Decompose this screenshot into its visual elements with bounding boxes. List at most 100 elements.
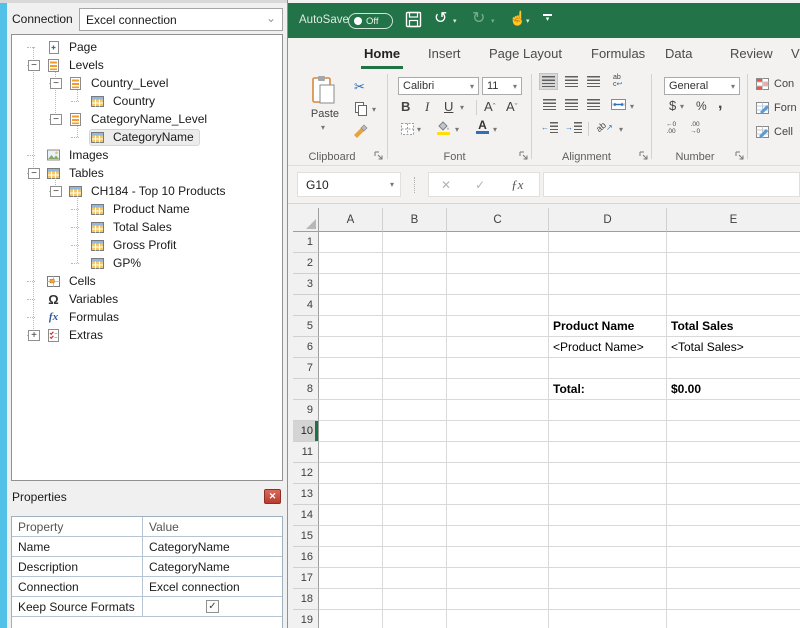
- tab-view[interactable]: View: [791, 38, 800, 70]
- cell-c4[interactable]: [447, 295, 549, 316]
- cell-a9[interactable]: [319, 400, 383, 421]
- cell-e1[interactable]: [667, 232, 800, 253]
- cell-c12[interactable]: [447, 463, 549, 484]
- row-header-7[interactable]: 7: [293, 358, 319, 379]
- cell-d16[interactable]: [549, 547, 667, 568]
- tab-formulas[interactable]: Formulas: [591, 38, 645, 70]
- cell-e11[interactable]: [667, 442, 800, 463]
- undo-button[interactable]: ↺: [434, 8, 447, 28]
- cell-c13[interactable]: [447, 484, 549, 505]
- cell-e10[interactable]: [667, 421, 800, 442]
- decrease-indent-button[interactable]: ←: [541, 122, 558, 133]
- column-header-a[interactable]: A: [319, 208, 383, 232]
- decrease-font-size-button[interactable]: Aˇ: [506, 99, 518, 114]
- cell-c2[interactable]: [447, 253, 549, 274]
- clipboard-dialog-launcher[interactable]: [374, 151, 384, 161]
- align-left-button[interactable]: [543, 99, 556, 110]
- font-dialog-launcher[interactable]: [519, 151, 529, 161]
- merge-center-button[interactable]: [611, 99, 626, 110]
- tree-expander-collapse-icon[interactable]: −: [50, 114, 62, 125]
- cell-d9[interactable]: [549, 400, 667, 421]
- cell-e8[interactable]: $0.00: [667, 379, 800, 400]
- cell-c8[interactable]: [447, 379, 549, 400]
- cell-a18[interactable]: [319, 589, 383, 610]
- tree-item-levels[interactable]: −Levels: [12, 56, 282, 74]
- cell-a4[interactable]: [319, 295, 383, 316]
- conditional-formatting-button[interactable]: Con: [755, 77, 794, 91]
- customize-quick-access-toolbar-button[interactable]: ▾: [543, 14, 552, 23]
- borders-dropdown-icon[interactable]: ▾: [417, 125, 421, 134]
- cell-e13[interactable]: [667, 484, 800, 505]
- touch-mode-button[interactable]: ☝: [509, 10, 526, 27]
- cell-e15[interactable]: [667, 526, 800, 547]
- column-header-e[interactable]: E: [667, 208, 800, 232]
- cell-b6[interactable]: [383, 337, 447, 358]
- property-value[interactable]: CategoryName: [143, 537, 282, 556]
- cell-b10[interactable]: [383, 421, 447, 442]
- row-header-19[interactable]: 19: [293, 610, 319, 628]
- underline-dropdown-icon[interactable]: ▾: [460, 103, 464, 112]
- select-all-corner[interactable]: [293, 208, 319, 232]
- cell-c5[interactable]: [447, 316, 549, 337]
- tree-item-formulas[interactable]: fxFormulas: [12, 308, 282, 326]
- row-header-11[interactable]: 11: [293, 442, 319, 463]
- increase-indent-button[interactable]: →: [565, 122, 582, 133]
- cell-c19[interactable]: [447, 610, 549, 628]
- increase-decimal-button[interactable]: ←0.00: [666, 122, 676, 135]
- cell-e12[interactable]: [667, 463, 800, 484]
- insert-function-icon[interactable]: ƒx: [511, 177, 523, 193]
- align-right-button[interactable]: [587, 99, 600, 110]
- connection-dropdown[interactable]: Excel connection ⌄: [79, 8, 283, 31]
- cell-e18[interactable]: [667, 589, 800, 610]
- orientation-button[interactable]: ab↗: [596, 122, 613, 132]
- cell-e7[interactable]: [667, 358, 800, 379]
- borders-button[interactable]: [400, 122, 415, 136]
- cell-d8[interactable]: Total:: [549, 379, 667, 400]
- cell-c16[interactable]: [447, 547, 549, 568]
- cell-a8[interactable]: [319, 379, 383, 400]
- tree-item-country[interactable]: Country: [12, 92, 282, 110]
- cell-b12[interactable]: [383, 463, 447, 484]
- save-button[interactable]: [405, 11, 422, 33]
- increase-font-size-button[interactable]: Aˆ: [484, 99, 496, 114]
- wrap-text-button[interactable]: abc↩: [613, 74, 622, 88]
- cell-a3[interactable]: [319, 274, 383, 295]
- row-header-1[interactable]: 1: [293, 232, 319, 253]
- cell-e5[interactable]: Total Sales: [667, 316, 800, 337]
- cell-d4[interactable]: [549, 295, 667, 316]
- cell-a13[interactable]: [319, 484, 383, 505]
- cell-b3[interactable]: [383, 274, 447, 295]
- cell-d12[interactable]: [549, 463, 667, 484]
- enter-icon[interactable]: ✓: [475, 178, 485, 192]
- format-painter-button[interactable]: [352, 122, 368, 138]
- cell-a2[interactable]: [319, 253, 383, 274]
- fill-color-dropdown-icon[interactable]: ▾: [455, 125, 459, 134]
- font-size-combobox[interactable]: 11▾: [482, 77, 522, 95]
- cell-d3[interactable]: [549, 274, 667, 295]
- copy-button[interactable]: [354, 101, 368, 116]
- cell-d15[interactable]: [549, 526, 667, 547]
- cell-b14[interactable]: [383, 505, 447, 526]
- align-center-button[interactable]: [565, 99, 578, 110]
- tab-data[interactable]: Data: [665, 38, 692, 70]
- cell-b5[interactable]: [383, 316, 447, 337]
- cell-c1[interactable]: [447, 232, 549, 253]
- font-name-combobox[interactable]: Calibri▾: [398, 77, 479, 95]
- cut-button[interactable]: ✂: [354, 79, 365, 95]
- cell-styles-button[interactable]: Cell: [755, 125, 793, 139]
- top-align-button[interactable]: [540, 74, 557, 89]
- cell-c18[interactable]: [447, 589, 549, 610]
- tree-item-gp[interactable]: GP%: [12, 254, 282, 272]
- row-header-5[interactable]: 5: [293, 316, 319, 337]
- cell-d17[interactable]: [549, 568, 667, 589]
- tree-item-ch184-top-10-products[interactable]: −CH184 - Top 10 Products: [12, 182, 282, 200]
- font-color-dropdown-icon[interactable]: ▾: [493, 125, 497, 134]
- tree-item-variables[interactable]: ΩVariables: [12, 290, 282, 308]
- cell-b18[interactable]: [383, 589, 447, 610]
- format-as-table-button[interactable]: Forn: [755, 101, 797, 115]
- formula-input[interactable]: [543, 172, 800, 197]
- cell-c3[interactable]: [447, 274, 549, 295]
- touch-mode-dropdown-icon[interactable]: ▾: [526, 17, 530, 25]
- cell-a12[interactable]: [319, 463, 383, 484]
- row-header-14[interactable]: 14: [293, 505, 319, 526]
